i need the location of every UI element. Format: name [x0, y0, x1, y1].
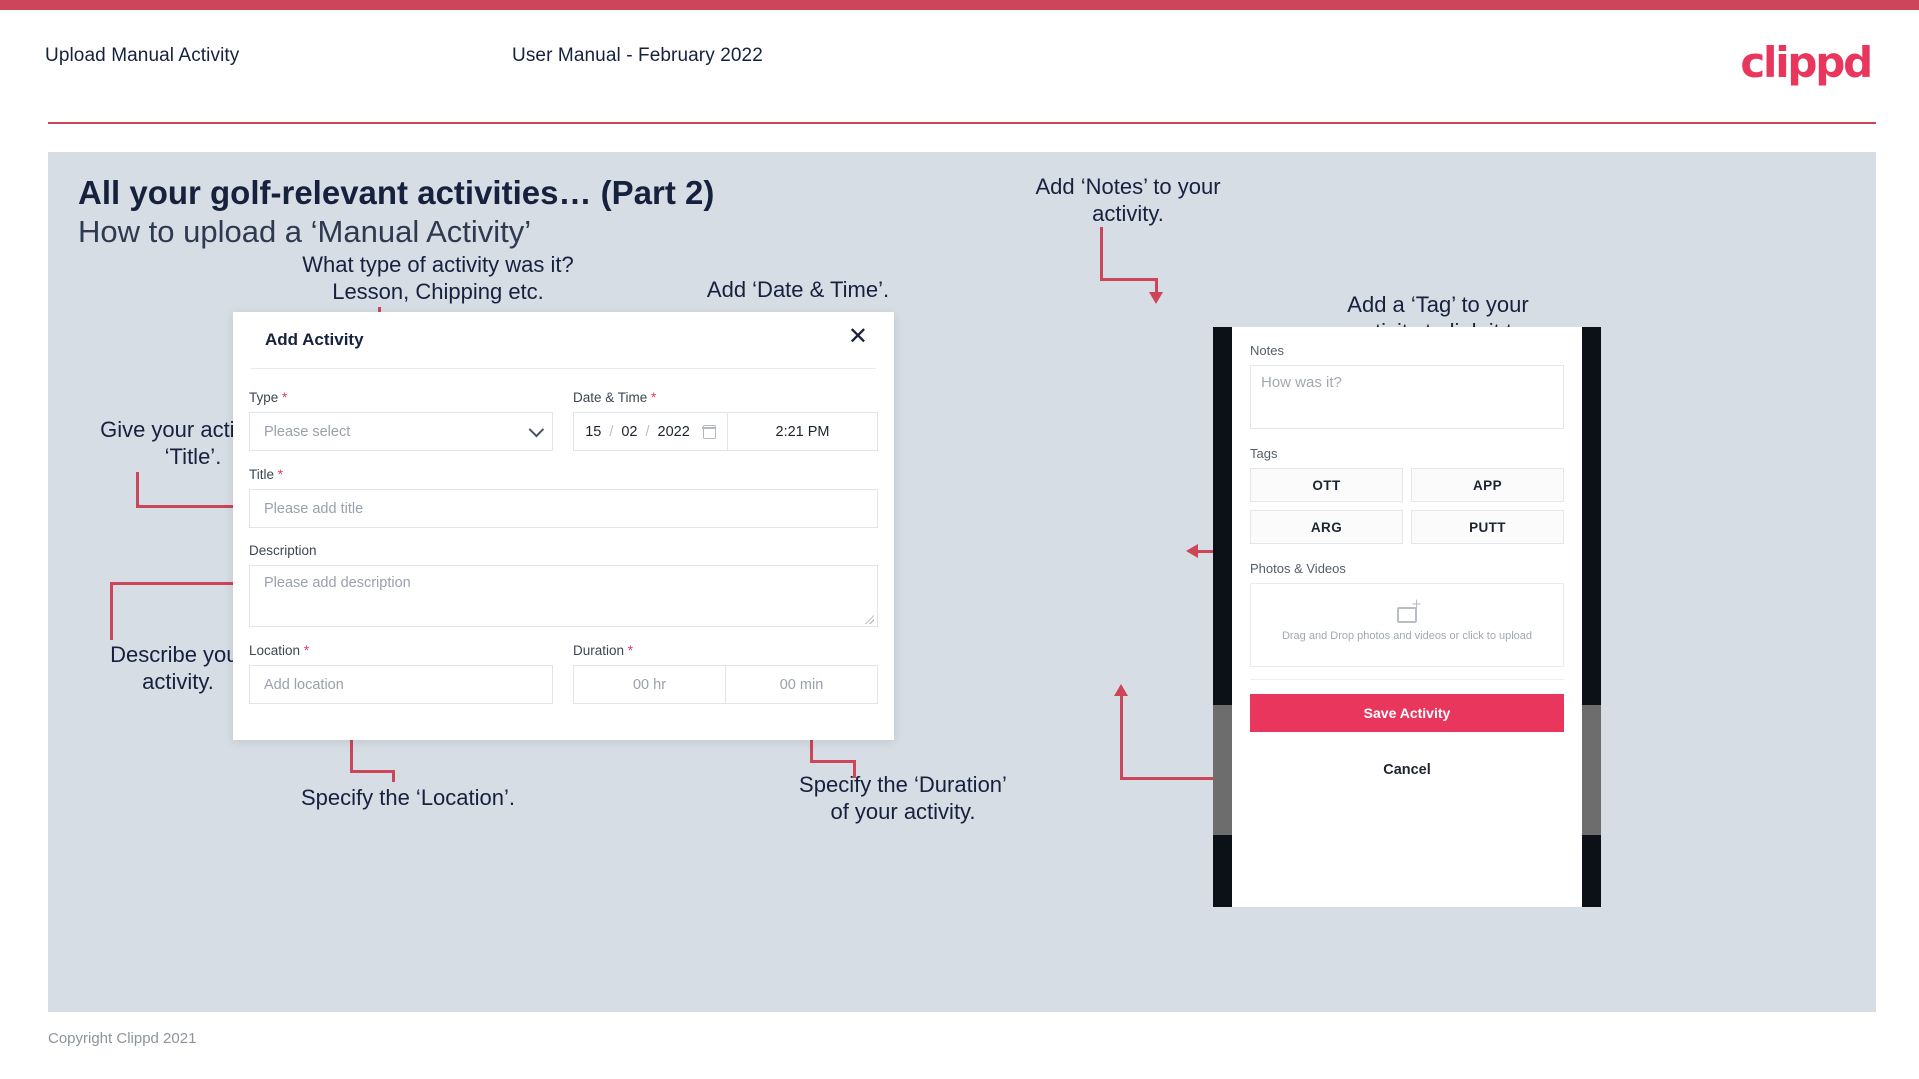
- field-location: Location * Add location: [249, 643, 553, 704]
- calendar-icon[interactable]: [702, 424, 717, 439]
- dialog-header: Add Activity ✕: [233, 312, 894, 368]
- annotation-type: What type of activity was it? Lesson, Ch…: [302, 252, 574, 304]
- tags-grid: OTT APP ARG PUTT: [1250, 468, 1564, 544]
- annotation-datetime: Add ‘Date & Time’.: [706, 277, 890, 302]
- clippd-logo: clippd: [1740, 38, 1873, 87]
- required-marker: *: [303, 643, 310, 658]
- slide-page: Upload Manual Activity User Manual - Feb…: [0, 0, 1919, 1079]
- annotation-location: Specify the ‘Location’.: [300, 785, 516, 810]
- required-marker: *: [651, 390, 657, 405]
- footer-copyright: Copyright Clippd 2021: [48, 1030, 197, 1047]
- type-select[interactable]: Please select: [249, 412, 553, 451]
- row-location-duration: Location * Add location Duration * 00 hr…: [249, 643, 878, 704]
- tag-putt[interactable]: PUTT: [1411, 510, 1564, 544]
- annotation-duration: Specify the ‘Duration’ of your activity.: [799, 772, 1007, 824]
- field-duration: Duration * 00 hr 00 min: [573, 643, 878, 704]
- date-day: 15: [585, 423, 602, 440]
- connector-notes-h: [1100, 278, 1158, 281]
- date-year: 2022: [657, 423, 690, 440]
- add-activity-dialog: Add Activity ✕ Type * Please select Date…: [233, 312, 894, 740]
- datetime-group: 15 / 02 / 2022 2:21 PM: [573, 412, 878, 451]
- phone-scroll-left: [1213, 705, 1232, 835]
- phone-mockup: Notes How was it? Tags OTT APP ARG PUTT …: [1213, 327, 1601, 907]
- location-input[interactable]: Add location: [249, 665, 553, 704]
- dialog-title: Add Activity: [265, 330, 364, 349]
- close-icon[interactable]: ✕: [848, 324, 868, 348]
- tag-ott[interactable]: OTT: [1250, 468, 1403, 502]
- top-accent-bar: [0, 0, 1919, 10]
- connector-notes-arrow: [1149, 292, 1163, 304]
- phone-screen: Notes How was it? Tags OTT APP ARG PUTT …: [1232, 327, 1582, 907]
- description-textarea[interactable]: Please add description: [249, 565, 878, 627]
- connector-title-v: [136, 472, 139, 508]
- page-title: All your golf-relevant activities… (Part…: [78, 174, 715, 211]
- connector-dur-h: [810, 760, 855, 763]
- connector-upload-arrow: [1186, 544, 1198, 558]
- location-label: Location *: [249, 643, 310, 658]
- connector-dur-v2: [853, 760, 856, 778]
- row-type-datetime: Type * Please select Date & Time * 15 / …: [249, 390, 878, 451]
- required-marker: *: [277, 467, 284, 482]
- connector-save-v: [1120, 694, 1123, 780]
- chevron-down-icon: [528, 421, 545, 437]
- duration-group: 00 hr 00 min: [573, 665, 878, 704]
- connector-save-arrow: [1114, 684, 1128, 696]
- annotation-notes: Add ‘Notes’ to your activity.: [1035, 174, 1221, 226]
- datetime-label: Date & Time *: [573, 390, 657, 405]
- cancel-button[interactable]: Cancel: [1250, 752, 1564, 788]
- save-activity-button[interactable]: Save Activity: [1250, 694, 1564, 732]
- description-placeholder: Please add description: [264, 575, 411, 591]
- type-label: Type *: [249, 390, 288, 405]
- required-marker: *: [627, 643, 634, 658]
- upload-dropzone[interactable]: Drag and Drop photos and videos or click…: [1250, 583, 1564, 667]
- field-datetime: Date & Time * 15 / 02 / 2022 2:21 PM: [573, 390, 878, 451]
- phone-scroll-right[interactable]: [1582, 705, 1601, 835]
- title-input[interactable]: Please add title: [249, 489, 878, 528]
- upload-instructions: Drag and Drop photos and videos or click…: [1281, 629, 1533, 642]
- resize-handle-icon[interactable]: [865, 615, 874, 624]
- description-label: Description: [249, 543, 317, 558]
- connector-desc-h: [110, 582, 240, 585]
- notes-label: Notes: [1250, 343, 1284, 358]
- duration-label: Duration *: [573, 643, 634, 658]
- header-divider: [48, 122, 1876, 124]
- tag-arg[interactable]: ARG: [1250, 510, 1403, 544]
- time-input[interactable]: 2:21 PM: [727, 412, 878, 451]
- field-title: Title * Please add title: [249, 467, 878, 528]
- field-description: Description Please add description: [249, 543, 878, 627]
- connector-loc-v2: [392, 770, 395, 782]
- tags-label: Tags: [1250, 446, 1278, 461]
- dialog-divider: [251, 368, 876, 369]
- date-input[interactable]: 15 / 02 / 2022: [573, 412, 727, 451]
- add-image-icon: [1397, 598, 1422, 623]
- phone-bezel-right: [1582, 327, 1601, 907]
- header-subtitle: User Manual - February 2022: [512, 45, 763, 66]
- duration-hours-input[interactable]: 00 hr: [573, 665, 726, 704]
- notes-textarea[interactable]: How was it?: [1250, 365, 1564, 429]
- photos-label: Photos & Videos: [1250, 561, 1346, 576]
- connector-loc-h: [350, 770, 395, 773]
- tag-app[interactable]: APP: [1411, 468, 1564, 502]
- required-marker: *: [282, 390, 288, 405]
- connector-desc-v: [110, 582, 113, 640]
- connector-notes-v1: [1100, 227, 1103, 281]
- page-subtitle: How to upload a ‘Manual Activity’: [78, 214, 532, 249]
- title-label: Title *: [249, 467, 284, 482]
- phone-divider: [1250, 679, 1564, 680]
- dialog-body: Type * Please select Date & Time * 15 / …: [233, 374, 894, 704]
- type-placeholder: Please select: [264, 423, 351, 440]
- header-title: Upload Manual Activity: [45, 45, 240, 66]
- phone-bezel-left: [1213, 327, 1232, 907]
- field-type: Type * Please select: [249, 390, 553, 451]
- date-month: 02: [621, 423, 638, 440]
- duration-minutes-input[interactable]: 00 min: [726, 665, 878, 704]
- date-sep-1: /: [609, 423, 614, 440]
- date-sep-2: /: [645, 423, 650, 440]
